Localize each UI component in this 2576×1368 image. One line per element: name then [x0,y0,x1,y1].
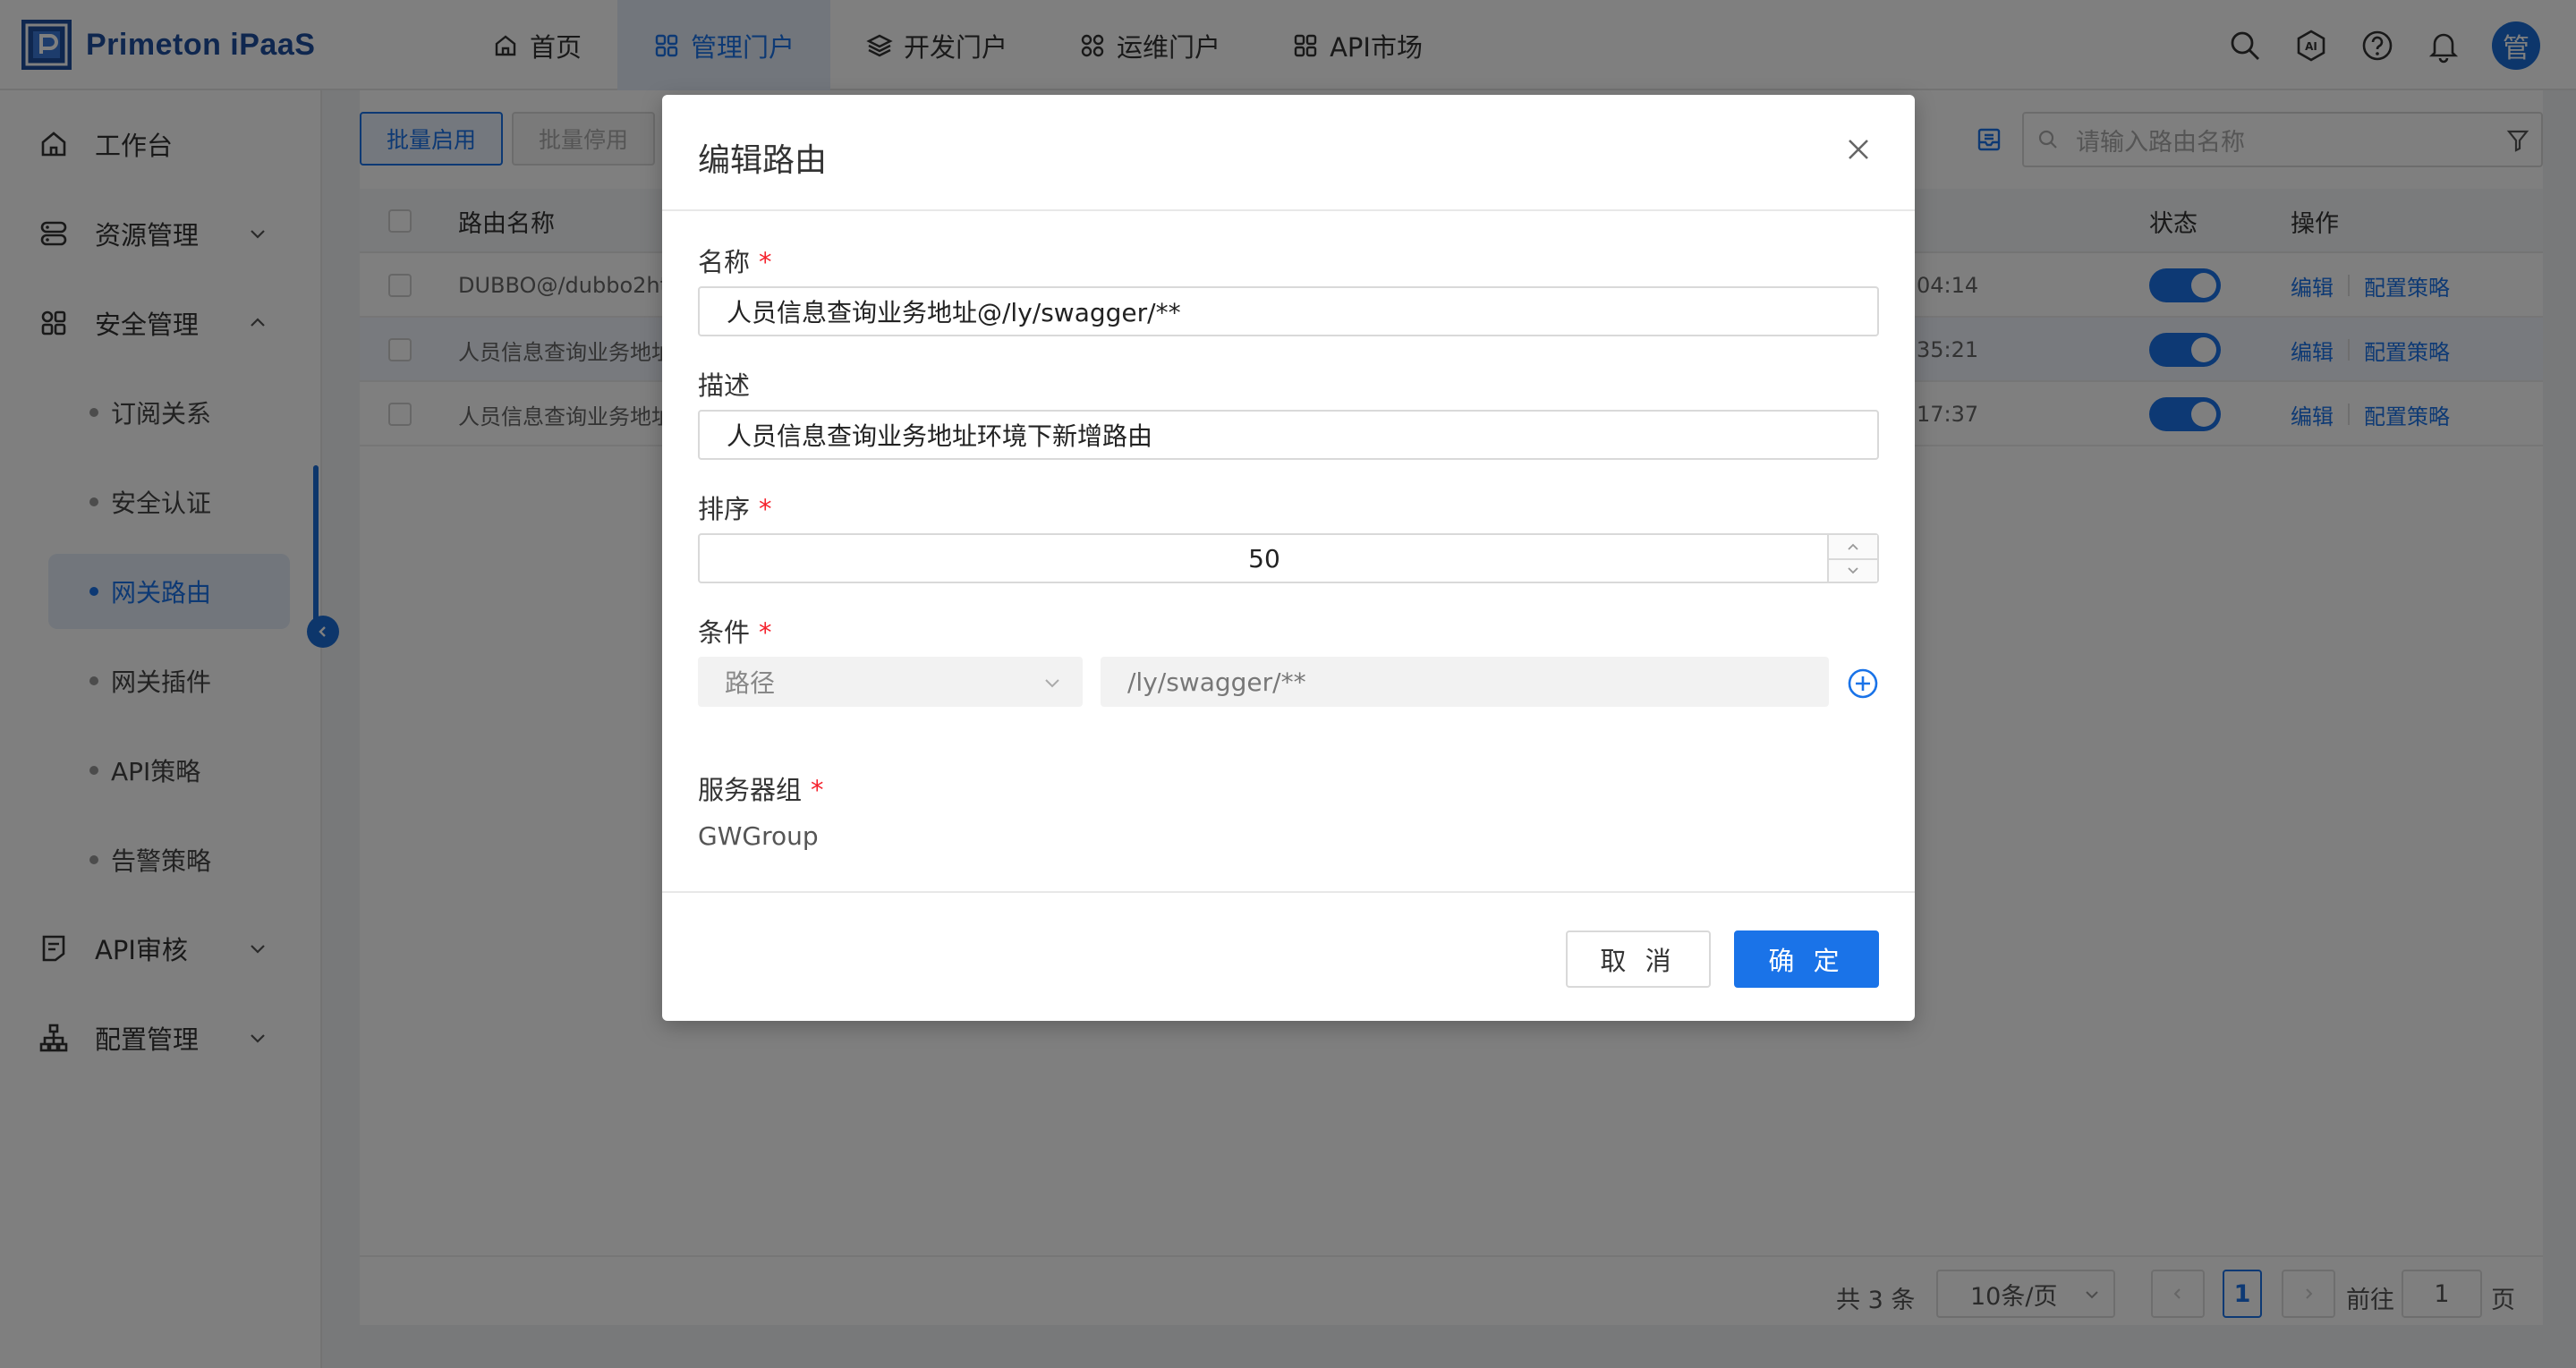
order-stepper [1827,535,1877,582]
dialog-header-divider [662,209,1915,211]
name-input[interactable]: 人员信息查询业务地址@/ly/swagger/** [698,286,1879,336]
required-mark: * [759,247,772,277]
condition-type-value: 路径 [725,668,776,698]
required-mark: * [759,617,772,648]
add-condition-icon[interactable] [1847,667,1879,700]
required-mark: * [759,494,772,524]
dialog-title: 编辑路由 [698,142,828,179]
order-number-input[interactable]: 50 [698,533,1879,583]
server-group-value: GWGroup [698,821,819,851]
description-input[interactable]: 人员信息查询业务地址环境下新增路由 [698,410,1879,460]
close-icon[interactable] [1843,134,1874,165]
server-group-field-label: 服务器组 * [698,769,824,807]
order-field-label: 排序 * [698,489,772,526]
condition-field-label: 条件 * [698,612,772,650]
increment-button[interactable] [1829,535,1877,558]
name-field-label: 名称 * [698,242,772,279]
order-label-text: 排序 [698,494,751,524]
name-label-text: 名称 [698,247,751,277]
required-mark: * [811,775,824,805]
order-value: 50 [1248,543,1280,574]
description-field-label: 描述 [698,370,751,401]
confirm-button[interactable]: 确 定 [1734,930,1879,988]
chevron-up-icon [1848,543,1858,550]
chevron-down-icon [1045,679,1059,688]
decrement-button[interactable] [1829,558,1877,582]
edit-route-dialog: 编辑路由 名称 * 人员信息查询业务地址@/ly/swagger/** 描述 人员… [662,95,1915,1021]
condition-type-select[interactable]: 路径 [698,657,1083,707]
chevron-down-icon [1848,567,1858,574]
cancel-button[interactable]: 取 消 [1566,930,1711,988]
condition-label-text: 条件 [698,617,751,648]
server-group-label-text: 服务器组 [698,775,803,805]
dialog-footer-divider [662,891,1915,893]
condition-value-input[interactable]: /ly/swagger/** [1101,657,1829,707]
